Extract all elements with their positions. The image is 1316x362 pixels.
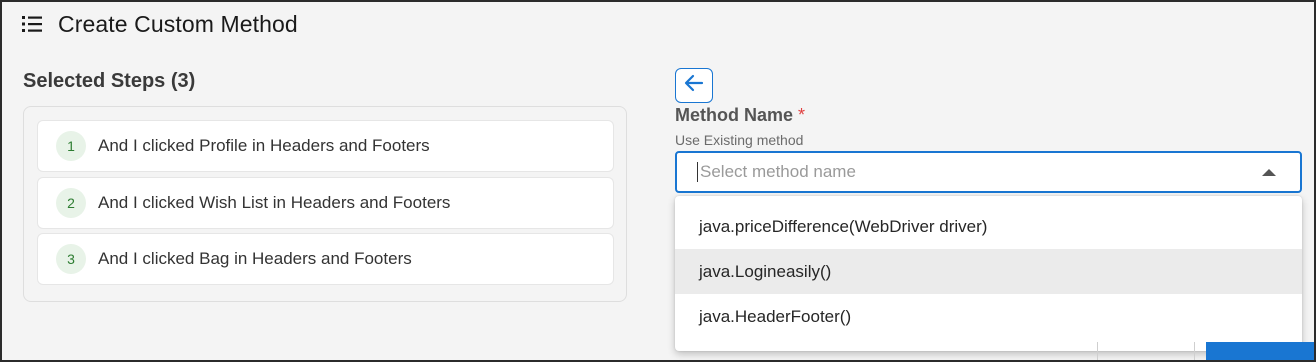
step-item: 2 And I clicked Wish List in Headers and… (37, 177, 614, 229)
selected-steps-heading: Selected Steps (3) (23, 70, 196, 92)
dropdown-option[interactable]: java.HeaderFooter() (675, 294, 1302, 339)
required-asterisk: * (798, 105, 806, 125)
footer-divider (1194, 342, 1195, 360)
method-options-dropdown: java.priceDifference(WebDriver driver) j… (675, 196, 1302, 351)
method-name-label-text: Method Name (675, 105, 794, 125)
arrow-left-icon (684, 74, 704, 97)
dropdown-option[interactable]: java.Logineasily() (675, 249, 1302, 294)
step-text: And I clicked Wish List in Headers and F… (98, 193, 451, 212)
chevron-up-icon[interactable] (1262, 168, 1276, 176)
step-item: 1 And I clicked Profile in Headers and F… (37, 120, 614, 172)
dialog-header: Create Custom Method (22, 8, 298, 40)
list-icon (22, 15, 42, 33)
footer-divider (1097, 342, 1098, 360)
method-name-input[interactable] (698, 153, 1262, 191)
step-item: 3 And I clicked Bag in Headers and Foote… (37, 233, 614, 285)
step-number-badge: 3 (56, 244, 86, 274)
step-text: And I clicked Profile in Headers and Foo… (98, 136, 430, 155)
primary-action-button[interactable] (1206, 342, 1314, 360)
method-name-label: Method Name * (675, 105, 805, 126)
selected-steps-panel: 1 And I clicked Profile in Headers and F… (23, 106, 627, 302)
dropdown-option[interactable]: java.priceDifference(WebDriver driver) (675, 204, 1302, 249)
page-title: Create Custom Method (58, 10, 298, 37)
back-button[interactable] (675, 68, 713, 103)
method-name-select[interactable] (675, 151, 1302, 193)
step-text: And I clicked Bag in Headers and Footers (98, 249, 412, 268)
helper-text: Use Existing method (675, 132, 804, 148)
step-number-badge: 1 (56, 131, 86, 161)
step-number-badge: 2 (56, 188, 86, 218)
create-custom-method-dialog: Create Custom Method Selected Steps (3) … (0, 0, 1316, 362)
